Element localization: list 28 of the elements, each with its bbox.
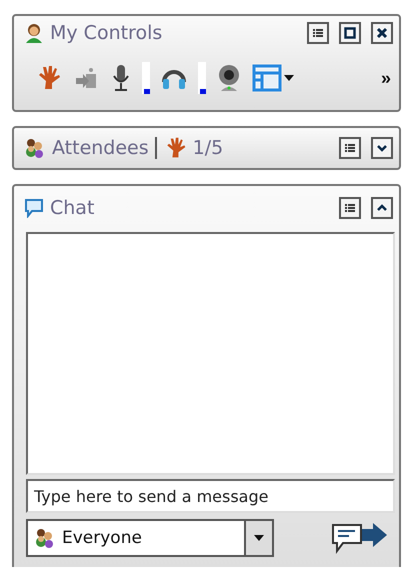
webcam-icon[interactable] bbox=[216, 63, 242, 93]
list-icon bbox=[312, 27, 324, 39]
panel-title: Chat bbox=[50, 197, 94, 219]
maximize-icon bbox=[344, 27, 356, 39]
collapse-button[interactable] bbox=[371, 197, 393, 219]
maximize-button[interactable] bbox=[339, 22, 361, 44]
send-button[interactable] bbox=[329, 521, 389, 555]
message-input-field[interactable]: Type here to send a message bbox=[26, 479, 395, 513]
raised-hands-count: 1/5 bbox=[192, 137, 224, 159]
person-icon bbox=[24, 23, 44, 43]
everyone-icon bbox=[34, 528, 56, 548]
panel-title: Attendees bbox=[52, 137, 149, 159]
list-icon bbox=[344, 202, 356, 214]
close-button[interactable] bbox=[371, 22, 393, 44]
expand-button[interactable] bbox=[371, 137, 393, 159]
options-button[interactable] bbox=[307, 22, 329, 44]
options-button[interactable] bbox=[339, 197, 361, 219]
options-button[interactable] bbox=[339, 137, 361, 159]
recipient-dropdown[interactable]: Everyone bbox=[26, 519, 274, 557]
attendees-icon bbox=[24, 138, 46, 158]
chat-bubble-icon bbox=[24, 198, 44, 218]
close-icon bbox=[376, 27, 388, 39]
more-button[interactable]: » bbox=[380, 68, 391, 88]
caret-icon bbox=[254, 535, 264, 541]
layout-icon[interactable] bbox=[252, 63, 296, 93]
list-icon bbox=[344, 142, 356, 154]
chevron-down-icon bbox=[376, 142, 388, 154]
panel-title: My Controls bbox=[50, 22, 162, 44]
